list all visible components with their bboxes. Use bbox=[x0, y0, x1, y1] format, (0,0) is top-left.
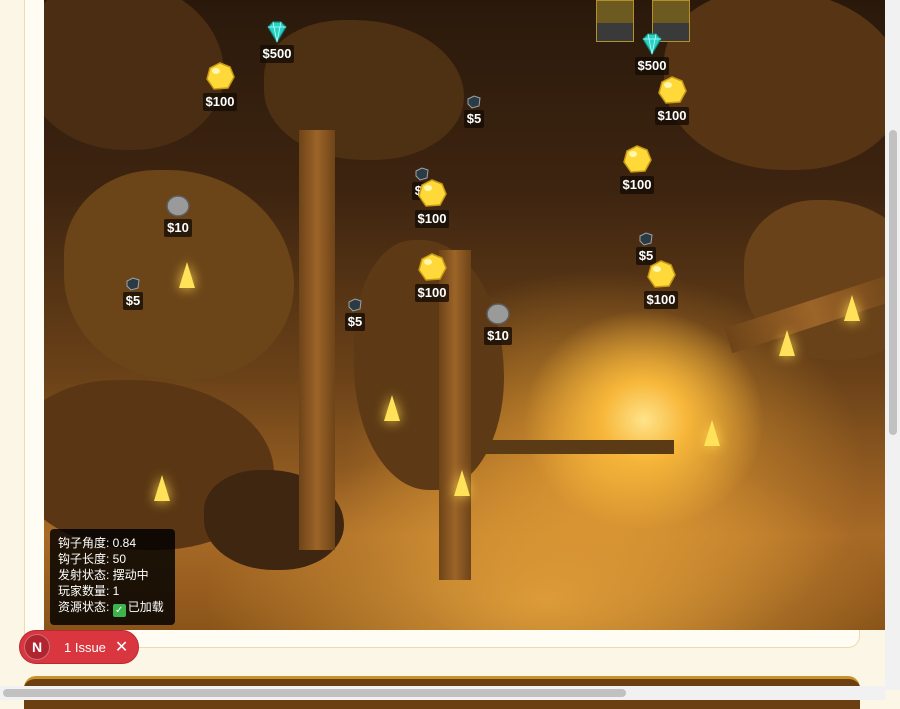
item-value-label: $100 bbox=[414, 210, 450, 228]
glow-crystal bbox=[844, 295, 860, 321]
gold-icon bbox=[647, 260, 676, 288]
item-value-label: $5 bbox=[463, 110, 485, 128]
resource-state-row: 资源状态: ✓ 已加载 bbox=[58, 599, 167, 617]
glow-crystal bbox=[384, 395, 400, 421]
gold-item[interactable]: $100 bbox=[196, 60, 244, 111]
glow-crystal bbox=[179, 262, 195, 288]
close-icon[interactable]: ✕ bbox=[115, 637, 128, 657]
coal-item[interactable]: $5 bbox=[450, 95, 498, 128]
mine-beam bbox=[484, 440, 674, 454]
item-value-label: $100 bbox=[202, 93, 238, 111]
stone-item[interactable]: $10 bbox=[154, 194, 202, 237]
gold-item[interactable]: $100 bbox=[408, 177, 456, 228]
item-value-label: $5 bbox=[344, 313, 366, 331]
player-count-text: 玩家数量: 1 bbox=[58, 584, 120, 598]
mine-beam bbox=[299, 130, 335, 550]
item-value-label: $100 bbox=[619, 176, 655, 194]
gold-icon bbox=[418, 253, 447, 281]
item-value-label: $100 bbox=[654, 107, 690, 125]
item-value-label: $500 bbox=[259, 45, 295, 63]
diamond-item[interactable]: $500 bbox=[628, 32, 676, 75]
scroll-thumb[interactable] bbox=[3, 689, 626, 697]
resource-state-label: 资源状态: bbox=[58, 600, 110, 614]
glow-crystal bbox=[704, 420, 720, 446]
stone-item[interactable]: $10 bbox=[474, 302, 522, 345]
coal-icon bbox=[639, 232, 653, 246]
hook-length-text: 钩子长度: 50 bbox=[58, 552, 127, 566]
gold-icon bbox=[623, 145, 652, 173]
scroll-thumb[interactable] bbox=[889, 130, 897, 435]
gold-icon bbox=[658, 76, 687, 104]
resource-state-value: 已加载 bbox=[127, 600, 164, 614]
item-value-label: $100 bbox=[414, 284, 450, 302]
item-value-label: $500 bbox=[634, 57, 670, 75]
cave-rock bbox=[664, 0, 885, 170]
launch-state-text: 发射状态: 摆动中 bbox=[58, 568, 149, 582]
check-icon: ✓ bbox=[112, 604, 126, 617]
diamond-icon bbox=[267, 21, 287, 44]
stone-icon bbox=[166, 195, 190, 217]
coal-icon bbox=[126, 277, 140, 291]
issue-badge[interactable]: N 1 Issue ✕ bbox=[19, 630, 139, 664]
gold-item[interactable]: $100 bbox=[637, 258, 685, 309]
item-value-label: $10 bbox=[484, 327, 512, 345]
diamond-item[interactable]: $500 bbox=[253, 20, 301, 63]
coal-icon bbox=[467, 95, 481, 109]
item-value-label: $100 bbox=[643, 291, 679, 309]
coal-item[interactable]: $5 bbox=[109, 277, 157, 310]
diamond-icon bbox=[642, 33, 662, 56]
gold-item[interactable]: $100 bbox=[408, 251, 456, 302]
gold-item[interactable]: $100 bbox=[648, 74, 696, 125]
item-value-label: $10 bbox=[164, 219, 192, 237]
nextjs-avatar[interactable]: N bbox=[24, 634, 50, 660]
hook-angle-text: 钩子角度: 0.84 bbox=[58, 536, 137, 550]
gold-icon bbox=[418, 179, 447, 207]
gold-item[interactable]: $100 bbox=[613, 143, 661, 194]
item-value-label: $5 bbox=[122, 292, 144, 310]
issue-count-text[interactable]: 1 Issue bbox=[64, 640, 106, 655]
vertical-scrollbar[interactable] bbox=[885, 0, 900, 690]
stone-icon bbox=[486, 303, 510, 325]
glow-crystal bbox=[154, 475, 170, 501]
coal-icon bbox=[348, 298, 362, 312]
gold-icon bbox=[206, 62, 235, 90]
horizontal-scrollbar[interactable] bbox=[0, 686, 885, 700]
glow-crystal bbox=[454, 470, 470, 496]
glow-crystal bbox=[779, 330, 795, 356]
coal-item[interactable]: $5 bbox=[331, 298, 379, 331]
debug-hud: 钩子角度: 0.84 钩子长度: 50 发射状态: 摆动中 玩家数量: 1 资源… bbox=[50, 529, 175, 625]
